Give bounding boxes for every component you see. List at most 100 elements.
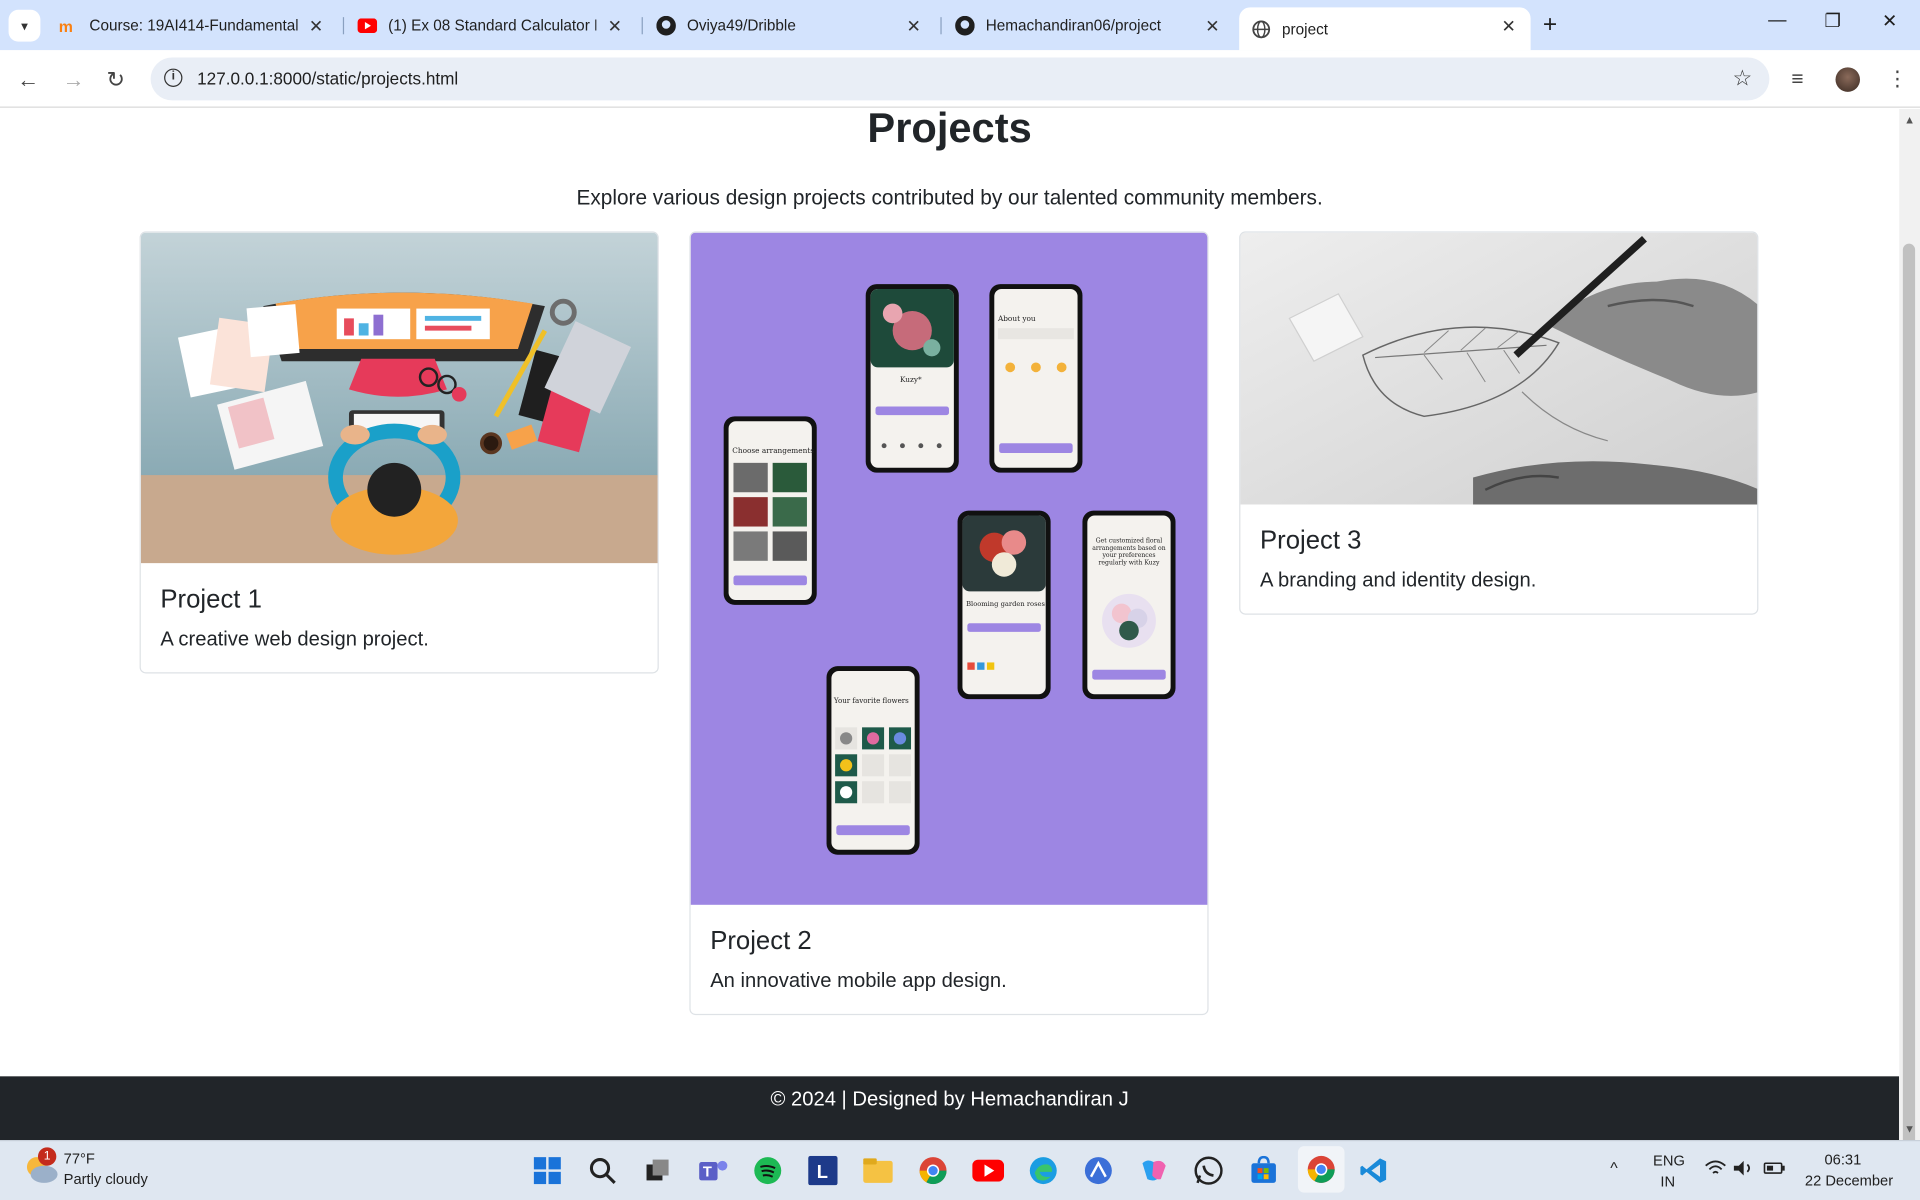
clock-date[interactable]: 22 December xyxy=(1805,1172,1893,1189)
battery-icon[interactable] xyxy=(1763,1161,1785,1179)
tab-search-button[interactable]: ▾ xyxy=(8,9,41,42)
language-code[interactable]: ENG xyxy=(1653,1152,1685,1169)
project-card-2[interactable]: Choose arrangements Kuzy* About you Bloo… xyxy=(689,231,1209,1016)
phone-2-heading: Kuzy* xyxy=(900,375,922,384)
phone-5-heading: Get customized floral arrangements based… xyxy=(1092,537,1166,567)
weather-widget[interactable]: 1 xyxy=(22,1147,59,1193)
l-app-icon[interactable]: L xyxy=(804,1152,841,1189)
close-icon[interactable]: ✕ xyxy=(309,16,323,37)
url-text: 127.0.0.1:8000/static/projects.html xyxy=(197,68,459,89)
weather-description: Partly cloudy xyxy=(63,1170,148,1188)
tab-title: Course: 19AI414-Fundamentals xyxy=(89,16,298,34)
page-footer: © 2024 | Designed by Hemachandiran J xyxy=(0,1076,1900,1141)
phone-1-heading: Choose arrangements xyxy=(732,446,814,455)
page-scrollbar[interactable]: ▲ ▼ xyxy=(1899,108,1920,1200)
new-tab-plus-icon[interactable]: + xyxy=(1543,11,1557,39)
close-icon[interactable]: ✕ xyxy=(1205,16,1219,37)
teams-icon[interactable]: T xyxy=(694,1152,731,1189)
close-icon[interactable]: ✕ xyxy=(906,16,920,37)
close-window-icon[interactable]: ✕ xyxy=(1882,10,1897,32)
card-description: A creative web design project. xyxy=(160,628,429,651)
youtube-icon[interactable] xyxy=(970,1152,1007,1189)
svg-text:m: m xyxy=(59,18,73,33)
restore-icon[interactable]: ❐ xyxy=(1824,10,1840,32)
footer-text: © 2024 | Designed by Hemachandiran J xyxy=(770,1088,1129,1111)
file-explorer-icon[interactable] xyxy=(860,1152,897,1189)
page-intro: Explore various design projects contribu… xyxy=(576,186,1323,210)
profile-avatar[interactable] xyxy=(1835,67,1861,92)
reload-icon[interactable]: ↻ xyxy=(107,67,125,93)
tab-separator xyxy=(342,17,345,35)
github-icon xyxy=(955,15,975,35)
card-description: A branding and identity design. xyxy=(1260,569,1537,592)
windows-taskbar: 1 77°F Partly cloudy T L ^ ENG IN 06:31 … xyxy=(0,1140,1920,1200)
clock-time[interactable]: 06:31 xyxy=(1824,1151,1861,1168)
language-region[interactable]: IN xyxy=(1660,1173,1675,1190)
tab-youtube[interactable]: (1) Ex 08 Standard Calculator De ✕ xyxy=(345,7,636,43)
site-info-icon[interactable]: i xyxy=(164,68,183,87)
tab-github-project[interactable]: Hemachandiran06/project ✕ xyxy=(943,7,1234,43)
card-title: Project 3 xyxy=(1260,526,1362,555)
svg-text:T: T xyxy=(703,1165,712,1181)
weather-temperature: 77°F xyxy=(63,1149,95,1167)
copilot-icon[interactable] xyxy=(1135,1152,1172,1189)
browser-toolbar: ← → ↻ i 127.0.0.1:8000/static/projects.h… xyxy=(0,50,1920,108)
menu-dots-icon[interactable]: ⋮ xyxy=(1887,67,1908,91)
card-title: Project 2 xyxy=(710,926,812,956)
page-title: Projects xyxy=(867,108,1032,152)
edge-icon[interactable] xyxy=(1025,1152,1062,1189)
project-card-3[interactable]: Project 3 A branding and identity design… xyxy=(1239,231,1759,615)
tab-strip: ▾ m Course: 19AI414-Fundamentals ✕ (1) E… xyxy=(0,0,1920,51)
moodle-icon: m xyxy=(59,15,79,35)
project-card-1[interactable]: Project 1 A creative web design project. xyxy=(139,231,659,674)
scroll-up-arrow-icon[interactable]: ▲ xyxy=(1904,114,1915,126)
project-3-image xyxy=(1240,232,1758,505)
minimize-icon[interactable]: — xyxy=(1768,10,1786,31)
svg-text:L: L xyxy=(817,1161,828,1182)
github-icon xyxy=(656,15,676,35)
card-title: Project 1 xyxy=(160,585,262,614)
tab-title: Oviya49/Dribble xyxy=(686,16,796,34)
project-2-image: Choose arrangements Kuzy* About you Bloo… xyxy=(690,232,1208,905)
tab-github-dribble[interactable]: Oviya49/Dribble ✕ xyxy=(644,7,935,43)
tab-title: Hemachandiran06/project xyxy=(985,16,1161,34)
wifi-icon[interactable] xyxy=(1704,1160,1726,1181)
close-icon[interactable]: ✕ xyxy=(608,16,622,37)
chrome-icon[interactable] xyxy=(915,1152,952,1189)
chevron-down-icon: ▾ xyxy=(21,18,28,34)
bookmark-star-icon[interactable]: ☆ xyxy=(1732,66,1752,92)
address-bar[interactable]: i 127.0.0.1:8000/static/projects.html ☆ xyxy=(150,57,1770,101)
tab-moodle[interactable]: m Course: 19AI414-Fundamentals ✕ xyxy=(47,7,338,43)
volume-icon[interactable] xyxy=(1733,1160,1755,1181)
vscode-icon[interactable] xyxy=(1356,1152,1393,1189)
media-control-icon[interactable]: ≡ xyxy=(1791,67,1803,91)
page-viewport: Projects Explore various design projects… xyxy=(0,108,1900,1141)
spotify-icon[interactable] xyxy=(749,1152,786,1189)
phone-3-heading: About you xyxy=(997,314,1036,323)
tab-title: (1) Ex 08 Standard Calculator De xyxy=(388,16,597,34)
scroll-down-arrow-icon[interactable]: ▼ xyxy=(1904,1123,1915,1135)
forward-arrow-icon[interactable]: → xyxy=(62,67,84,93)
globe-icon xyxy=(1251,19,1271,39)
scrollbar-thumb[interactable] xyxy=(1902,243,1916,1200)
back-arrow-icon[interactable]: ← xyxy=(17,67,39,93)
search-icon[interactable] xyxy=(584,1152,621,1189)
card-description: An innovative mobile app design. xyxy=(710,969,1007,992)
show-hidden-icons-chevron-icon[interactable]: ^ xyxy=(1610,1158,1617,1176)
tab-title: project xyxy=(1282,20,1328,38)
phone-4-heading: Blooming garden roses xyxy=(966,600,1045,608)
tab-separator xyxy=(940,17,942,35)
phone-6-heading: Your favorite flowers xyxy=(833,696,909,705)
whatsapp-icon[interactable] xyxy=(1190,1152,1227,1189)
tab-separator xyxy=(641,17,643,35)
tab-project[interactable]: project ✕ xyxy=(1239,7,1531,51)
weather-badge: 1 xyxy=(37,1147,57,1166)
youtube-icon xyxy=(357,15,378,35)
affinity-icon[interactable] xyxy=(1080,1152,1117,1189)
windows-start-icon[interactable] xyxy=(529,1152,566,1189)
close-icon[interactable]: ✕ xyxy=(1502,16,1516,37)
chrome-active-icon[interactable] xyxy=(1297,1146,1345,1193)
task-view-icon[interactable] xyxy=(639,1152,676,1189)
microsoft-store-icon[interactable] xyxy=(1245,1152,1282,1189)
project-1-image xyxy=(140,232,658,564)
